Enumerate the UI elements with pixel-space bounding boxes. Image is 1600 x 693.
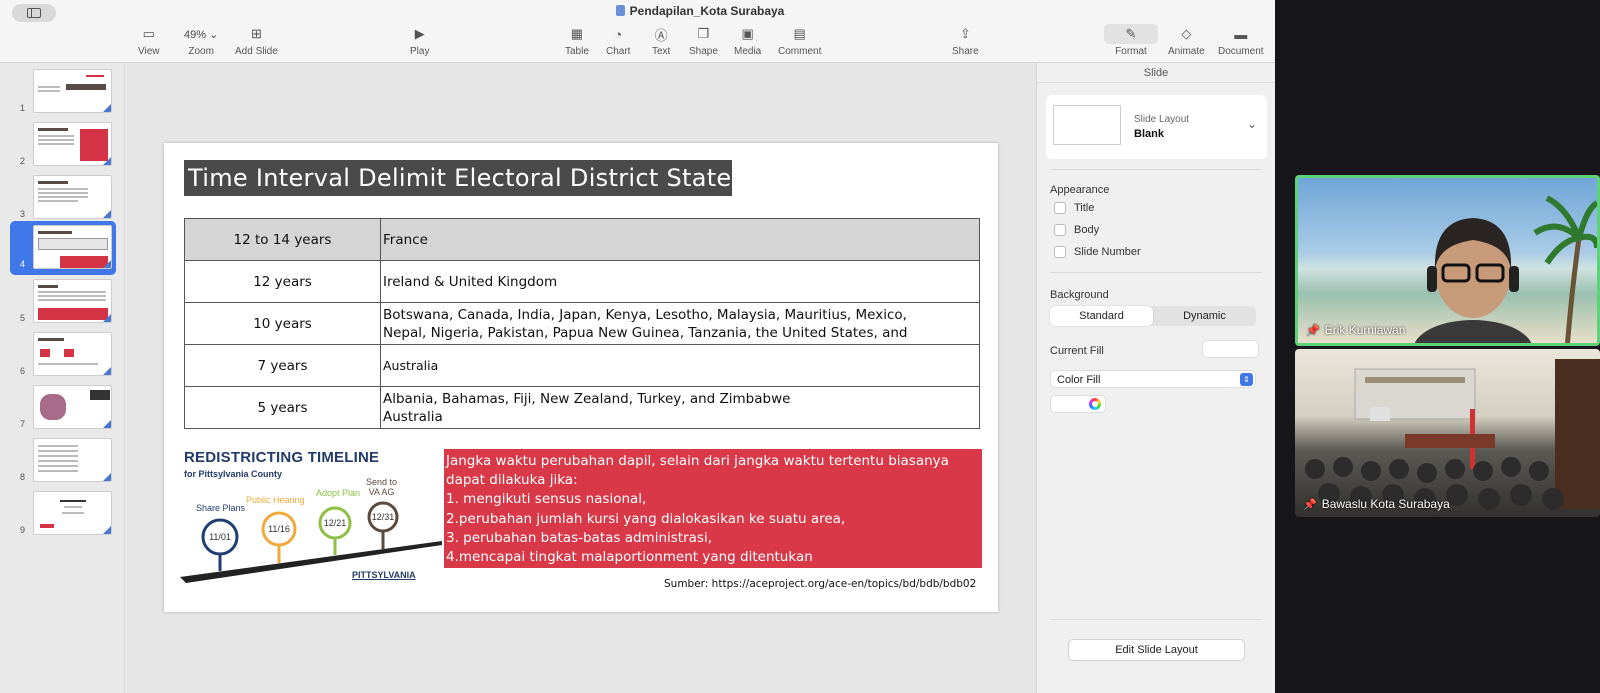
fill-type-select[interactable]: Color Fill ⇕ (1050, 370, 1256, 388)
plus-square-icon: ⊞ (250, 26, 262, 41)
body-checkbox[interactable]: Body (1054, 224, 1099, 236)
keynote-window: Pendapilan_Kota Surabaya ▭ View 49% ⌄ Zoom… (0, 0, 1275, 693)
table-button[interactable]: ▦ Table (565, 24, 589, 57)
chevron-down-icon: ⌄ (1246, 117, 1257, 131)
zoom-value[interactable]: 49% ⌄ (180, 27, 222, 42)
shape-icon: ❐ (697, 26, 710, 41)
slide-layout-picker[interactable]: Slide Layout Blank ⌄ (1046, 95, 1267, 159)
table-row[interactable]: 7 years Australia (184, 344, 980, 387)
dynamic-option[interactable]: Dynamic (1153, 306, 1256, 326)
updown-arrows-icon: ⇕ (1240, 373, 1253, 386)
participant-name-label: 📌 Erik Kurniawan (1306, 323, 1406, 337)
participant-video-bawaslu[interactable]: 📌 Bawaslu Kota Surabaya (1295, 349, 1600, 517)
document-icon: ▬ (1234, 26, 1248, 42)
diamond-icon: ◇ (1181, 26, 1192, 41)
view-icon: ▭ (142, 26, 155, 41)
color-well[interactable] (1050, 395, 1106, 413)
animate-button[interactable]: ◇ Animate (1168, 24, 1205, 57)
format-inspector: Slide Slide Layout Blank ⌄ Appearance Ti… (1036, 63, 1275, 693)
redistricting-timeline-image[interactable]: REDISTRICTING TIMELINE for Pittsylvania … (180, 445, 445, 595)
slide-thumbnail[interactable]: 2 (0, 118, 125, 168)
slide-thumbnail[interactable]: 5 (0, 275, 125, 325)
table-cell-years[interactable]: 12 years (184, 260, 381, 303)
table-cell-countries[interactable]: Australia (380, 344, 980, 387)
table-row[interactable]: 10 years Botswana, Canada, India, Japan,… (184, 302, 980, 345)
slide[interactable]: Time Interval Delimit Electoral District… (164, 143, 998, 612)
format-button[interactable]: ✎ Format (1104, 24, 1158, 57)
paintbrush-icon: ✎ (1104, 24, 1158, 44)
table-icon: ▦ (570, 26, 584, 41)
toolbar: Pendapilan_Kota Surabaya ▭ View 49% ⌄ Zoom… (0, 0, 1275, 63)
window-title: Pendapilan_Kota Surabaya (0, 4, 1275, 18)
meeting-room-image (1305, 359, 1600, 510)
pin-icon: 📌 (1303, 498, 1317, 511)
title-checkbox[interactable]: Title (1054, 202, 1094, 214)
view-button[interactable]: ▭ View (138, 24, 160, 57)
slide-canvas: Time Interval Delimit Electoral District… (126, 63, 1036, 693)
background-heading: Background (1050, 289, 1109, 301)
participant-name-label: 📌 Bawaslu Kota Surabaya (1303, 497, 1450, 511)
zoom-menu[interactable]: 49% ⌄ Zoom (180, 24, 222, 58)
shape-button[interactable]: ❐ Shape (689, 24, 718, 57)
slide-thumbnail[interactable]: 3 (0, 171, 125, 221)
text-box-icon: Ⓐ (654, 27, 668, 43)
play-icon: ▶ (414, 26, 425, 41)
slide-thumbnail[interactable]: 8 (0, 434, 125, 484)
table-cell-years[interactable]: 5 years (184, 386, 381, 429)
interval-table[interactable]: 12 to 14 years France 12 years Ireland &… (184, 218, 980, 429)
appearance-heading: Appearance (1050, 184, 1110, 196)
criteria-note-box[interactable]: Jangka waktu perubahan dapil, selain dar… (444, 449, 982, 568)
palm-tree-image (1533, 195, 1597, 343)
table-row[interactable]: 12 years Ireland & United Kingdom (184, 260, 980, 303)
comment-icon: ▤ (793, 26, 806, 41)
table-cell-countries[interactable]: Botswana, Canada, India, Japan, Kenya, L… (380, 302, 980, 345)
media-button[interactable]: ▣ Media (734, 24, 761, 57)
slide-thumbnail[interactable]: 7 (0, 381, 125, 431)
text-button[interactable]: Ⓐ Text (652, 24, 670, 58)
add-slide-button[interactable]: ⊞ Add Slide (235, 24, 278, 57)
share-icon: ⇪ (959, 26, 971, 41)
slide-thumbnail[interactable]: 9 (0, 487, 125, 537)
inspector-header: Slide (1037, 63, 1275, 83)
standard-option[interactable]: Standard (1050, 306, 1153, 326)
table-cell-countries[interactable]: Ireland & United Kingdom (380, 260, 980, 303)
keynote-doc-icon (615, 5, 625, 16)
slide-title[interactable]: Time Interval Delimit Electoral District… (184, 160, 732, 196)
divider (1050, 619, 1262, 620)
participant-video-erik[interactable]: 📌 Erik Kurniawan (1295, 175, 1600, 346)
participant-person-image (1414, 218, 1532, 343)
slide-thumbnail-selected[interactable]: 4 (0, 221, 125, 275)
source-citation[interactable]: Sumber: https://aceproject.org/ace-en/to… (664, 578, 976, 590)
chart-button[interactable]: ◔ Chart (606, 24, 630, 58)
slide-thumbnail[interactable]: 1 (0, 65, 125, 115)
play-button[interactable]: ▶ Play (410, 24, 429, 57)
color-wheel-icon[interactable] (1089, 398, 1101, 410)
divider (1050, 272, 1262, 273)
edit-slide-layout-button[interactable]: Edit Slide Layout (1068, 639, 1245, 661)
table-cell-countries[interactable]: Albania, Bahamas, Fiji, New Zealand, Tur… (380, 386, 980, 429)
current-fill-label: Current Fill (1050, 345, 1104, 357)
slide-number-checkbox[interactable]: Slide Number (1054, 246, 1141, 258)
table-cell-years[interactable]: 7 years (184, 344, 381, 387)
chart-icon: ◔ (614, 26, 623, 42)
layout-thumbnail (1053, 105, 1121, 145)
table-row[interactable]: 12 to 14 years France (184, 218, 980, 261)
comment-button[interactable]: ▤ Comment (778, 24, 821, 57)
slide-thumbnail[interactable]: 6 (0, 328, 125, 378)
background-type-segmented-control[interactable]: Standard Dynamic (1050, 306, 1256, 326)
document-button[interactable]: ▬ Document (1218, 24, 1264, 58)
table-cell-years[interactable]: 10 years (184, 302, 381, 345)
table-row[interactable]: 5 years Albania, Bahamas, Fiji, New Zeal… (184, 386, 980, 429)
slide-navigator: 1 2 3 4 5 6 7 8 9 (0, 63, 125, 693)
chevron-down-icon: ⌄ (209, 28, 219, 41)
divider (1050, 169, 1262, 170)
share-button[interactable]: ⇪ Share (952, 24, 979, 57)
table-cell-years[interactable]: 12 to 14 years (184, 218, 381, 261)
pin-icon: 📌 (1306, 324, 1320, 337)
table-cell-countries[interactable]: France (380, 218, 980, 261)
current-fill-swatch[interactable] (1202, 340, 1259, 358)
media-icon: ▣ (741, 26, 754, 41)
